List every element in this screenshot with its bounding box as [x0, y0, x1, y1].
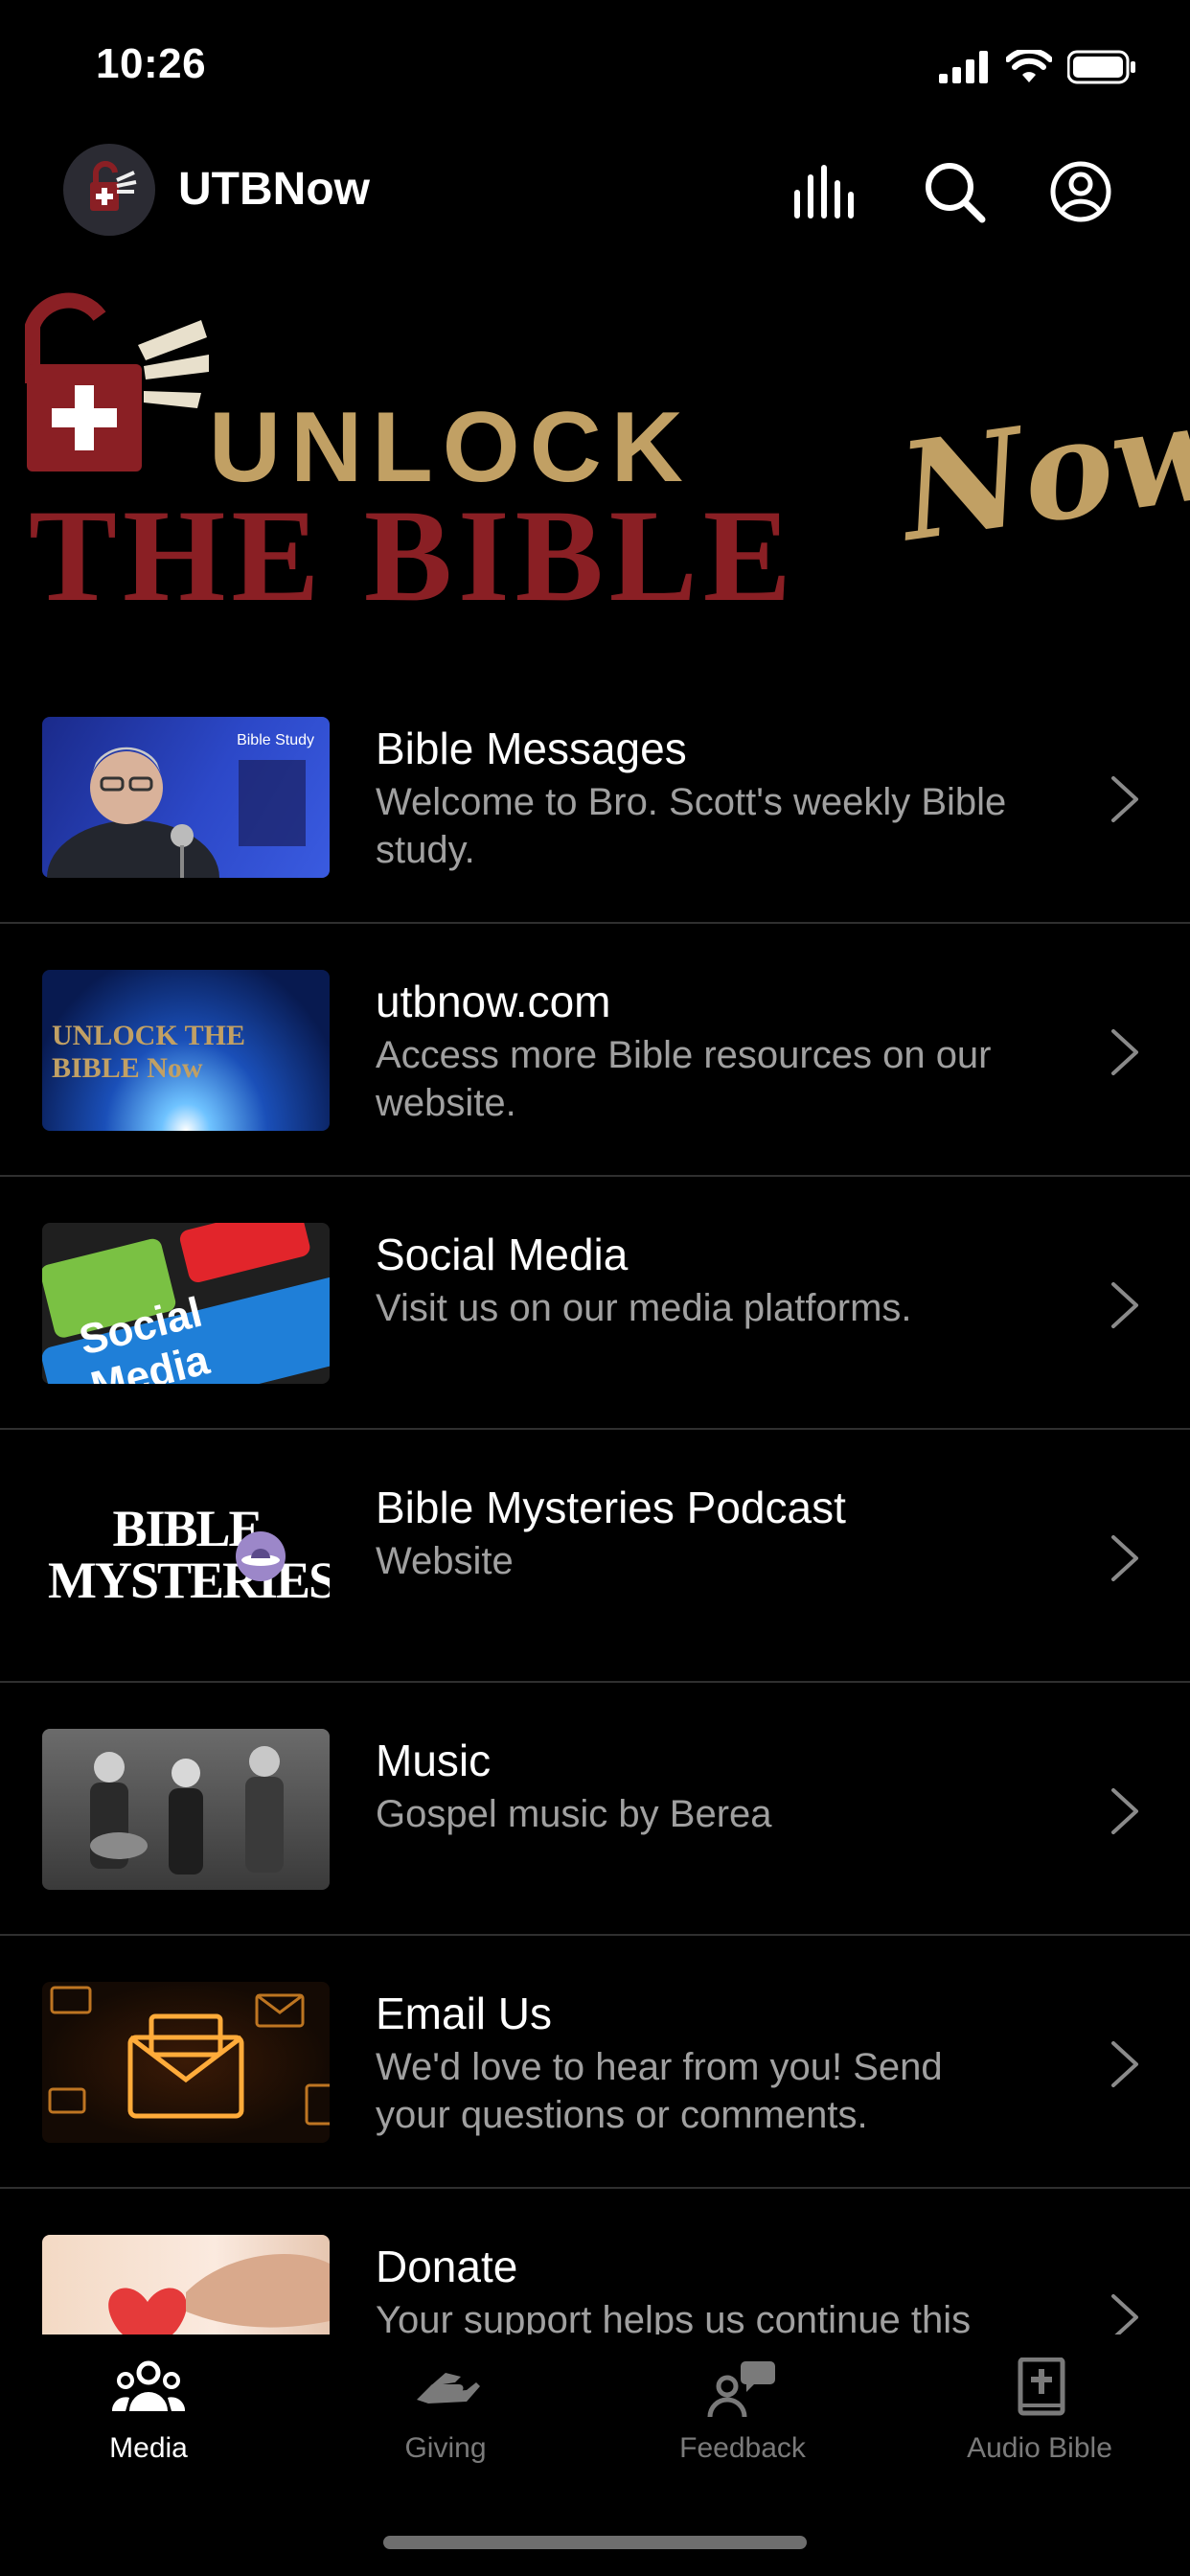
ufo-icon [236, 1531, 286, 1581]
email-thumbnail [42, 1982, 330, 2143]
list-item-music[interactable]: Music Gospel music by Berea [0, 1683, 1190, 1936]
item-subtitle: Visit us on our media platforms. [376, 1287, 912, 1329]
tab-media[interactable]: Media [0, 2358, 297, 2472]
music-band-thumbnail [42, 1729, 330, 1890]
app-title: UTBNow [178, 164, 370, 215]
chevron-right-icon [1111, 1282, 1138, 1328]
donate-thumbnail [42, 2235, 330, 2334]
item-subtitle: We'd love to hear from you! Send your qu… [376, 2046, 943, 2136]
social-media-thumbnail: Social Media [42, 1223, 330, 1384]
item-title: Music [376, 1736, 492, 1785]
account-icon[interactable] [1044, 155, 1117, 228]
item-title: Bible Mysteries Podcast [376, 1483, 846, 1532]
chevron-right-icon [1111, 776, 1138, 822]
giving-hand-icon [417, 2373, 480, 2404]
thumb-caption: UNLOCK THE BIBLE Now [52, 1020, 245, 1084]
list-item-utbnow-website[interactable]: UNLOCK THE BIBLE Now utbnow.com Access m… [0, 924, 1190, 1177]
lock-logo-icon [25, 292, 209, 472]
status-time: 10:26 [96, 40, 207, 87]
tab-giving[interactable]: Giving [297, 2358, 594, 2472]
item-subtitle: Gospel music by Berea [376, 1793, 772, 1835]
tab-label: Media [109, 2432, 188, 2464]
item-title: Donate [376, 2242, 518, 2291]
tab-audio-bible[interactable]: Audio Bible [891, 2358, 1188, 2472]
item-title: Email Us [376, 1989, 553, 2038]
item-title: Bible Messages [376, 724, 687, 773]
item-title: Social Media [376, 1230, 629, 1279]
battery-icon [1067, 50, 1135, 84]
banner-now-text: Now [891, 371, 1190, 572]
chevron-right-icon [1111, 2294, 1138, 2334]
list-item-social-media[interactable]: Social Media Social Media Visit us on ou… [0, 1177, 1190, 1430]
thumb-caption: Bible Study [237, 732, 314, 748]
media-list: Bible Study Bible Messages Welcome to Br… [0, 671, 1190, 2334]
list-item-bible-messages[interactable]: Bible Study Bible Messages Welcome to Br… [0, 671, 1190, 924]
cellular-signal-icon [939, 51, 988, 83]
bible-study-thumbnail: Bible Study [42, 717, 330, 878]
item-title: utbnow.com [376, 977, 611, 1026]
banner-the-bible-text: THE BIBLE [29, 482, 797, 629]
logo-icon[interactable] [63, 144, 155, 236]
wifi-icon [1006, 50, 1052, 82]
group-icon [111, 2360, 186, 2411]
status-bar: 10:26 [0, 0, 1190, 134]
list-item-bible-mysteries[interactable]: BIBLE MYSTERIES Bible Mysteries Podcast … [0, 1430, 1190, 1683]
unlock-the-bible-banner: UNLOCK THE BIBLE Now [0, 278, 1190, 629]
item-subtitle: Your support helps us continue this [376, 2299, 972, 2334]
bible-mysteries-thumbnail: BIBLE MYSTERIES [42, 1476, 330, 1637]
home-indicator[interactable] [383, 2536, 807, 2549]
feedback-icon [707, 2361, 775, 2418]
chevron-right-icon [1111, 1029, 1138, 1075]
tab-label: Giving [404, 2432, 487, 2464]
chevron-right-icon [1111, 2041, 1138, 2087]
audio-bars-icon[interactable] [790, 155, 862, 228]
list-item-email-us[interactable]: Email Us We'd love to hear from you! Sen… [0, 1936, 1190, 2189]
list-item-donate[interactable]: Donate Your support helps us continue th… [0, 2189, 1190, 2334]
search-icon[interactable] [918, 155, 991, 228]
top-nav: UTBNow [0, 134, 1190, 249]
item-subtitle: Access more Bible resources on our websi… [376, 1034, 992, 1124]
tab-feedback[interactable]: Feedback [594, 2358, 891, 2472]
tab-label: Feedback [679, 2432, 806, 2464]
item-subtitle: Welcome to Bro. Scott's weekly Bible stu… [376, 781, 1007, 871]
tab-label: Audio Bible [967, 2432, 1112, 2464]
utbnow-thumbnail: UNLOCK THE BIBLE Now [42, 970, 330, 1131]
bible-icon [1018, 2358, 1065, 2416]
item-subtitle: Website [376, 1540, 514, 1582]
status-icons [939, 48, 1136, 86]
chevron-right-icon [1111, 1788, 1138, 1834]
chevron-right-icon [1111, 1535, 1138, 1581]
